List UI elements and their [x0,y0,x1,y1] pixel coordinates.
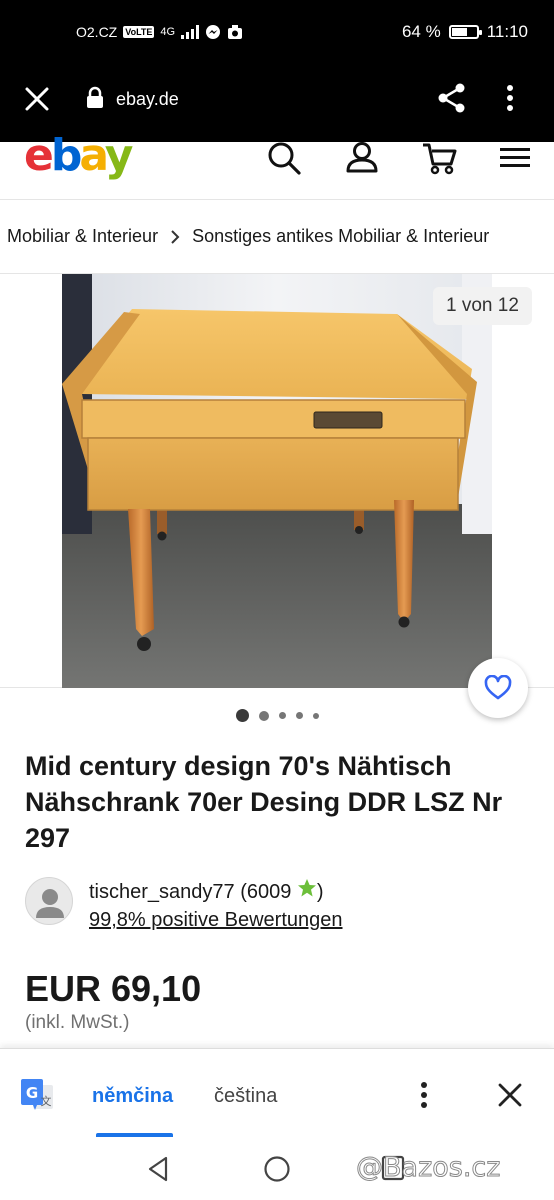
translate-bar: G文 němčina čeština [0,1048,554,1138]
more-vert-icon[interactable] [420,1081,428,1114]
site-header: ebay [0,134,554,200]
seller-info: tischer_sandy77 (6009 ) 99,8% positive B… [25,876,535,931]
tab-target-language[interactable]: čeština [214,1085,277,1108]
star-icon [297,878,317,904]
network-label: 4G [160,26,176,38]
camera-app-icon [228,25,243,39]
price: EUR 69,10 [25,968,202,1009]
lock-icon [86,86,104,115]
listing-title: Mid century design 70's Nähtisch Nähschr… [25,751,503,853]
carousel-dot[interactable] [295,712,303,719]
search-icon[interactable] [266,142,302,183]
status-right: 64 % 11:10 [402,22,528,42]
seller-feedback-link[interactable]: 99,8% positive Bewertungen [89,909,343,932]
close-icon[interactable] [497,1082,523,1113]
watermark: @Bazos.cz [355,1152,501,1184]
cart-icon[interactable] [421,142,457,181]
tab-source-language[interactable]: němčina [92,1085,173,1108]
user-icon[interactable] [345,142,379,181]
home-icon[interactable] [263,1155,291,1188]
volte-badge: VoLTE [123,26,155,38]
carrier-label: O2.CZ [76,24,118,40]
heart-icon [484,675,512,700]
battery-icon [448,25,482,39]
back-icon[interactable] [146,1155,170,1188]
chevron-right-icon [170,229,180,245]
ebay-logo[interactable]: ebay [24,134,133,178]
signal-icon [181,25,200,39]
google-translate-icon: G文 [19,1077,55,1118]
hamburger-icon[interactable] [500,146,530,175]
carousel-dot[interactable] [312,712,319,719]
image-gallery [0,274,554,688]
image-counter: 1 von 12 [433,287,532,325]
carousel-dot[interactable] [278,712,286,719]
carousel-dots[interactable] [0,709,554,722]
svg-text:文: 文 [41,1094,52,1108]
breadcrumb-item[interactable]: Mobiliar & Interieur [7,226,158,247]
active-tab-indicator [96,1133,173,1137]
avatar[interactable] [25,877,73,925]
status-bar: O2.CZ VoLTE 4G 64 % 11:10 [0,0,554,68]
svg-text:G: G [26,1084,38,1102]
messenger-icon [206,25,221,39]
url-text[interactable]: ebay.de [116,89,179,110]
vat-note: (inkl. MwSt.) [25,1012,130,1033]
clock: 11:10 [486,22,528,41]
battery-percent: 64 % [401,22,441,41]
status-left: O2.CZ VoLTE 4G [76,24,243,40]
seller-name[interactable]: tischer_sandy77 (6009 ) [89,878,324,904]
breadcrumb: Mobiliar & Interieur Sonstiges antikes M… [0,200,554,274]
more-vert-icon[interactable] [506,84,514,117]
close-icon[interactable] [24,86,50,117]
carousel-dot[interactable] [258,710,269,721]
breadcrumb-item[interactable]: Sonstiges antikes Mobiliar & Interieur [192,226,489,247]
share-icon[interactable] [436,82,468,119]
carousel-dot-active[interactable] [235,709,249,722]
product-photo[interactable] [62,274,492,688]
